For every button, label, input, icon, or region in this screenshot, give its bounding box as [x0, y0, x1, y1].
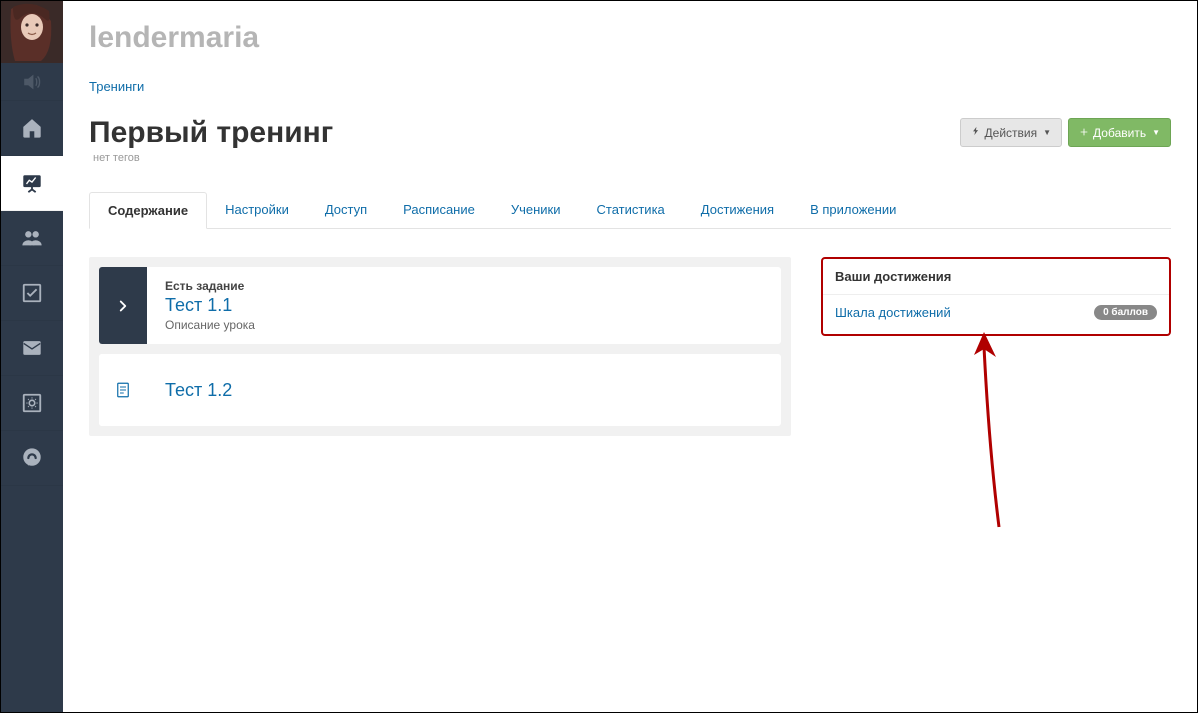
breadcrumb[interactable]: Тренинги	[89, 79, 1171, 94]
tab-content[interactable]: Содержание	[89, 192, 207, 229]
tab-students[interactable]: Ученики	[493, 192, 579, 228]
tags-label: нет тегов	[89, 152, 960, 164]
page-root: lendermaria Тренинги Первый тренинг нет …	[0, 0, 1198, 713]
plus-icon	[1079, 126, 1089, 140]
actions-button[interactable]: Действия ▼	[960, 118, 1063, 147]
chat-icon[interactable]	[1, 431, 63, 486]
lesson-desc: Описание урока	[165, 318, 763, 332]
achievements-title: Ваши достижения	[823, 259, 1169, 295]
achievements-panel: Ваши достижения Шкала достижений 0 балло…	[821, 257, 1171, 336]
lesson-name[interactable]: Тест 1.1	[165, 295, 763, 316]
tab-settings[interactable]: Настройки	[207, 192, 307, 228]
presentation-icon[interactable]	[1, 156, 63, 211]
page-title: Первый тренинг	[89, 116, 960, 150]
tab-achievements[interactable]: Достижения	[683, 192, 792, 228]
lesson-card[interactable]: Тест 1.2	[99, 354, 781, 426]
settings-box-icon[interactable]	[1, 376, 63, 431]
lesson-badge: Есть задание	[165, 279, 763, 293]
checkbox-icon[interactable]	[1, 266, 63, 321]
users-icon[interactable]	[1, 211, 63, 266]
bolt-icon	[971, 125, 981, 140]
lesson-name[interactable]: Тест 1.2	[165, 380, 763, 401]
add-button-label: Добавить	[1093, 126, 1146, 140]
brand-name: lendermaria	[89, 21, 1171, 55]
lessons-panel: Есть задание Тест 1.1 Описание урока Тес…	[89, 257, 791, 436]
main-content: lendermaria Тренинги Первый тренинг нет …	[63, 1, 1197, 712]
document-icon	[99, 354, 147, 426]
tab-in-app[interactable]: В приложении	[792, 192, 914, 228]
tab-stats[interactable]: Статистика	[579, 192, 683, 228]
actions-button-label: Действия	[985, 126, 1038, 140]
annotation-arrow-icon	[969, 327, 1029, 537]
title-row: Первый тренинг нет тегов Действия ▼ Доба…	[89, 116, 1171, 164]
achievements-scale-link[interactable]: Шкала достижений	[835, 305, 951, 320]
achievements-score-badge: 0 баллов	[1094, 305, 1157, 320]
caret-down-icon: ▼	[1043, 128, 1051, 137]
tab-access[interactable]: Доступ	[307, 192, 385, 228]
lesson-card[interactable]: Есть задание Тест 1.1 Описание урока	[99, 267, 781, 344]
sidebar	[1, 1, 63, 712]
avatar[interactable]	[1, 1, 63, 63]
tab-schedule[interactable]: Расписание	[385, 192, 493, 228]
body-row: Есть задание Тест 1.1 Описание урока Тес…	[89, 257, 1171, 436]
volume-icon[interactable]	[1, 63, 63, 101]
add-button[interactable]: Добавить ▼	[1068, 118, 1171, 147]
chevron-right-icon	[99, 267, 147, 344]
mail-icon[interactable]	[1, 321, 63, 376]
tabs: Содержание Настройки Доступ Расписание У…	[89, 192, 1171, 229]
achievements-box: Ваши достижения Шкала достижений 0 балло…	[821, 257, 1171, 336]
caret-down-icon: ▼	[1152, 128, 1160, 137]
home-icon[interactable]	[1, 101, 63, 156]
